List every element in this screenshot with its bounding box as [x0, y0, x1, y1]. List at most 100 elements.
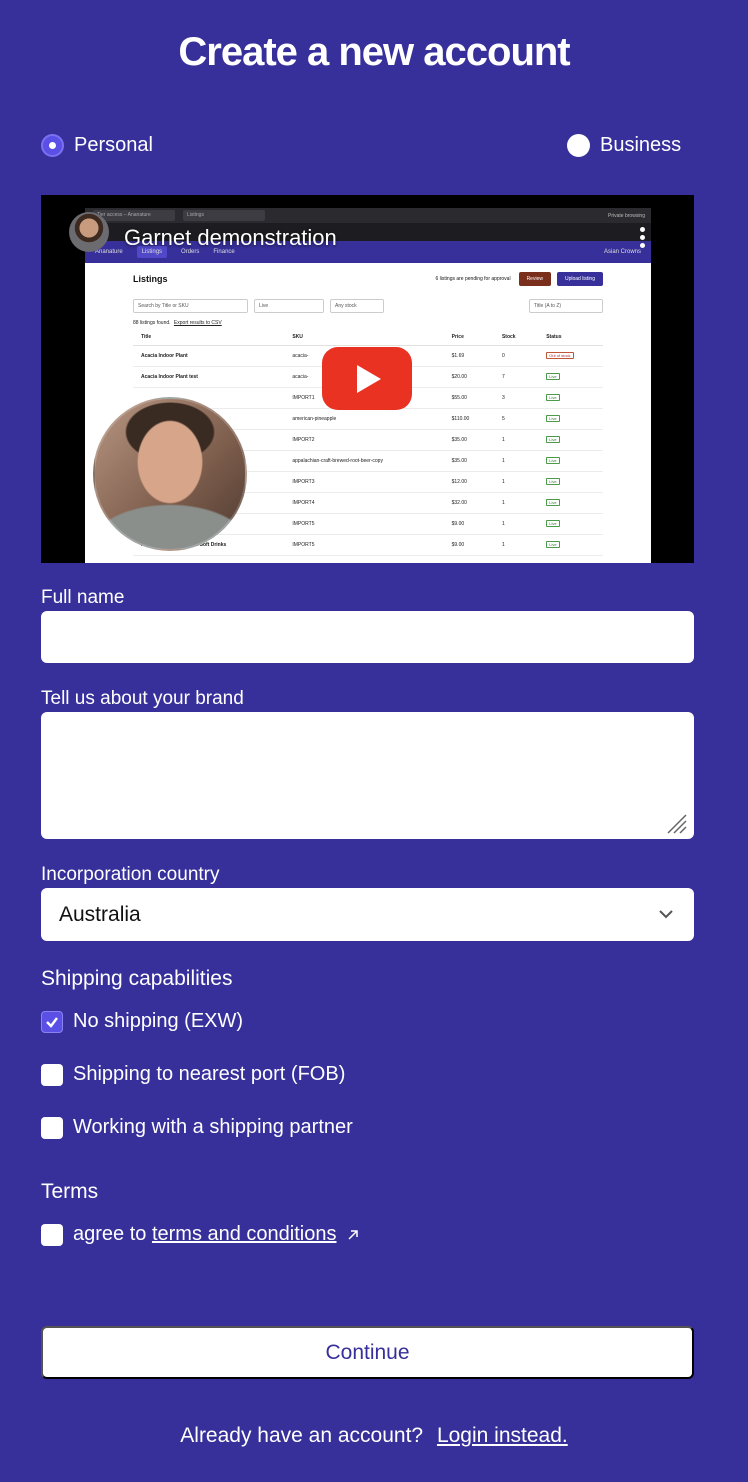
table-header-cell: Status: [538, 329, 603, 346]
export-link: Export results to CSV: [173, 320, 222, 326]
table-cell: 3: [493, 387, 539, 409]
listing-header: Listings 6 listings are pending for appr…: [85, 263, 651, 295]
brand-label: Tell us about your brand: [41, 688, 244, 709]
browser-tab-bar: Tier access – Ananature Listings Private…: [85, 208, 651, 223]
brand-textarea[interactable]: [41, 712, 694, 839]
table-cell: Acacia Indoor Plant test: [133, 366, 285, 388]
checkbox-terms[interactable]: [41, 1223, 63, 1246]
checkbox-partner[interactable]: [41, 1116, 63, 1139]
login-link[interactable]: Login instead.: [437, 1424, 568, 1447]
table-cell: $1.69: [443, 345, 494, 367]
resize-handle-icon[interactable]: [664, 811, 688, 835]
terms-link[interactable]: terms and conditions: [152, 1223, 337, 1245]
table-cell: 1: [493, 471, 539, 493]
shipping-heading: Shipping capabilities: [41, 967, 233, 990]
video-more-icon[interactable]: [640, 227, 646, 251]
table-cell: 1: [493, 492, 539, 514]
external-link-icon: [348, 1229, 358, 1240]
table-header-cell: SKU: [284, 329, 444, 346]
table-cell: Acacia Indoor Plant: [133, 345, 285, 367]
video-title[interactable]: Garnet demonstration: [124, 225, 337, 251]
status-badge: Live: [546, 415, 560, 422]
terms-option[interactable]: agree to terms and conditions: [41, 1223, 360, 1246]
table-cell: $110.00: [443, 408, 494, 430]
status-badge: Live: [546, 520, 560, 527]
listing-search: Search by Title or SKU: [133, 299, 248, 313]
radio-personal-indicator[interactable]: [41, 134, 64, 157]
table-cell: IMPORT2: [284, 429, 444, 451]
status-badge: Live: [546, 499, 560, 506]
listing-heading: Listings: [133, 274, 168, 284]
login-row: Already have an account? Login instead.: [0, 1424, 748, 1448]
table-cell: Live: [538, 513, 603, 535]
table-header-cell: Stock: [493, 329, 539, 346]
status-badge: Live: [546, 457, 560, 464]
upload-button: Upload listing: [556, 272, 603, 286]
table-cell: IMPORT5: [284, 534, 444, 556]
table-cell: 1: [493, 429, 539, 451]
table-header-cell: Price: [443, 329, 494, 346]
video-player[interactable]: Tier access – Ananature Listings Private…: [41, 195, 694, 563]
option-label: Shipping to nearest port (FOB): [73, 1063, 346, 1085]
found-count: 88 listings found. Export results to CSV: [85, 317, 651, 329]
presenter-webcam: [93, 397, 247, 551]
radio-business[interactable]: Business: [567, 134, 681, 157]
channel-avatar: [69, 212, 109, 252]
table-header-cell: Title: [133, 329, 285, 346]
shipping-option-fob[interactable]: Shipping to nearest port (FOB): [41, 1063, 345, 1086]
status-badge: Live: [546, 373, 560, 380]
table-cell: Live: [538, 492, 603, 514]
stock-filter: Any stock: [330, 299, 384, 313]
browser-tab: Tier access – Ananature: [93, 210, 175, 221]
chevron-down-icon: [659, 910, 673, 919]
table-cell: american-pineapple: [284, 408, 444, 430]
table-cell: Out of stock: [538, 345, 603, 367]
review-button: Review: [518, 272, 551, 286]
table-cell: 5: [493, 408, 539, 430]
table-header-row: Title SKU Price Stock Status: [133, 329, 603, 346]
table-cell: Live: [538, 429, 603, 451]
table-cell: Live: [538, 408, 603, 430]
login-prompt: Already have an account?: [180, 1424, 424, 1447]
play-button[interactable]: [322, 347, 412, 410]
country-value: Australia: [59, 902, 141, 926]
checkbox-exw[interactable]: [41, 1010, 63, 1033]
table-cell: $9.00: [443, 534, 494, 556]
status-badge: Live: [546, 541, 560, 548]
table-cell: 1: [493, 513, 539, 535]
browser-tab: Listings: [183, 210, 265, 221]
found-text: 88 listings found.: [133, 320, 171, 326]
shipping-option-exw[interactable]: No shipping (EXW): [41, 1010, 243, 1033]
status-badge: Out of stock: [546, 352, 574, 359]
status-badge: Live: [546, 436, 560, 443]
table-cell: Live: [538, 387, 603, 409]
option-label: No shipping (EXW): [73, 1010, 244, 1032]
table-cell: appalachian-craft-brewed-root-beer-copy: [284, 450, 444, 472]
option-label: Working with a shipping partner: [73, 1116, 353, 1138]
radio-business-indicator[interactable]: [567, 134, 590, 157]
table-cell: 1: [493, 450, 539, 472]
status-filter: Live: [254, 299, 324, 313]
pending-text: 6 listings are pending for approval: [435, 276, 511, 282]
continue-button[interactable]: Continue: [41, 1326, 694, 1379]
radio-personal[interactable]: Personal: [41, 134, 153, 157]
table-cell: Live: [538, 366, 603, 388]
page-title: Create a new account: [178, 30, 570, 74]
country-select[interactable]: Australia: [41, 888, 694, 941]
full-name-input[interactable]: [41, 611, 694, 663]
checkbox-fob[interactable]: [41, 1063, 63, 1086]
listing-filters: Search by Title or SKU Live Any stock Ti…: [85, 295, 651, 317]
table-cell: $35.00: [443, 429, 494, 451]
full-name-label: Full name: [41, 587, 125, 608]
shipping-option-partner[interactable]: Working with a shipping partner: [41, 1116, 353, 1139]
table-cell: $32.00: [443, 492, 494, 514]
sort-select: Title (A to Z): [529, 299, 603, 313]
status-badge: Live: [546, 394, 560, 401]
table-cell: IMPORT4: [284, 492, 444, 514]
table-cell: Live: [538, 450, 603, 472]
table-cell: 7: [493, 366, 539, 388]
terms-heading: Terms: [41, 1180, 99, 1203]
browser-badge: Private browsing: [608, 212, 645, 219]
table-cell: $20.00: [443, 366, 494, 388]
table-cell: $35.00: [443, 450, 494, 472]
